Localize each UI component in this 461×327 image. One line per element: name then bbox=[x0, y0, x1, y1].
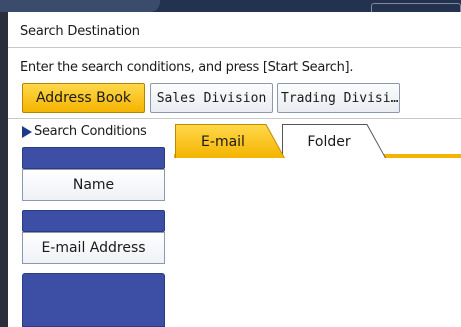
tab-email[interactable]: E-mail bbox=[176, 125, 284, 158]
address-book-button[interactable]: Address Book bbox=[22, 83, 145, 113]
top-right-decor-tab bbox=[371, 3, 461, 12]
email-field-header bbox=[22, 210, 165, 232]
name-condition-button[interactable]: Name bbox=[22, 169, 165, 201]
left-edge-decor bbox=[0, 12, 8, 327]
section-divider bbox=[8, 118, 461, 119]
title-bar: Search Destination bbox=[8, 12, 461, 48]
trading-division-button[interactable]: Trading Divisi… bbox=[277, 83, 400, 113]
condition-panel-footer bbox=[22, 273, 165, 327]
sales-division-button[interactable]: Sales Division bbox=[150, 83, 273, 113]
search-conditions-heading: Search Conditions bbox=[22, 124, 147, 139]
window-title: Search Destination bbox=[20, 24, 140, 39]
triangle-pointer-icon bbox=[22, 125, 32, 138]
top-decor-bar bbox=[0, 0, 461, 12]
top-decor-tab bbox=[0, 0, 160, 12]
name-field-header bbox=[22, 147, 165, 169]
email-address-condition-button[interactable]: E-mail Address bbox=[22, 232, 165, 264]
instruction-text: Enter the search conditions, and press [… bbox=[20, 60, 354, 75]
search-destination-screen: Search Destination Enter the search cond… bbox=[0, 0, 461, 327]
search-conditions-label: Search Conditions bbox=[34, 124, 147, 139]
